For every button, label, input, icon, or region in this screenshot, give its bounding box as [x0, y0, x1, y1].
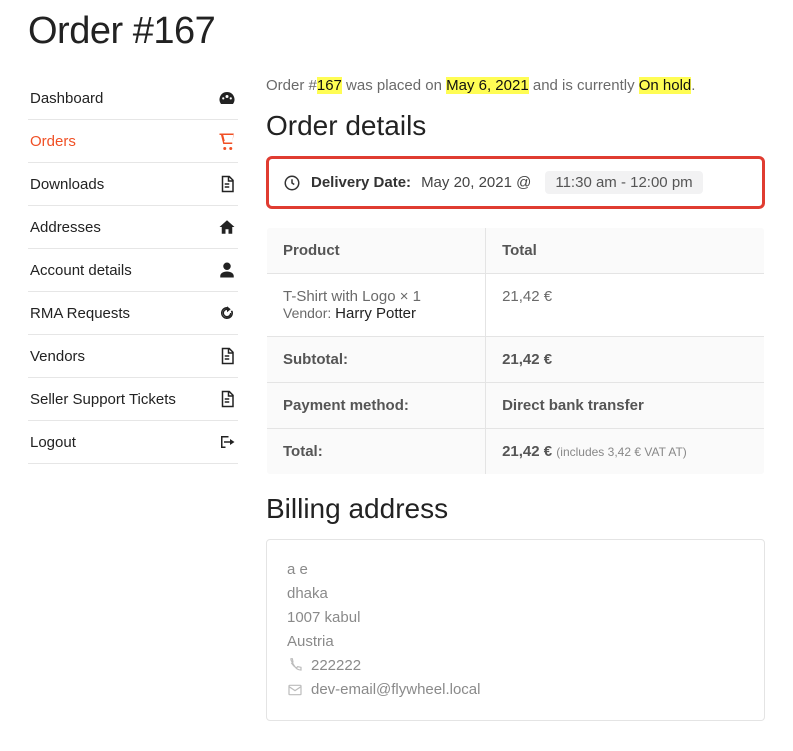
payment-label: Payment method: — [267, 383, 486, 429]
sidebar-item-orders[interactable]: Orders — [28, 120, 238, 163]
sidebar-item-tickets[interactable]: Seller Support Tickets — [28, 378, 238, 421]
sidebar-item-rma[interactable]: RMA Requests — [28, 292, 238, 335]
billing-country: Austria — [287, 630, 744, 654]
logout-icon — [218, 433, 236, 451]
billing-phone: 222222 — [311, 654, 361, 678]
billing-heading: Billing address — [266, 493, 765, 525]
user-icon — [218, 261, 236, 279]
delivery-time: 11:30 am - 12:00 pm — [545, 171, 702, 194]
delivery-date-box: Delivery Date: May 20, 2021 @ 11:30 am -… — [266, 156, 765, 209]
vendor-name: Harry Potter — [335, 305, 416, 322]
clock-icon — [283, 174, 301, 192]
order-status: Order #167 was placed on May 6, 2021 and… — [266, 77, 765, 94]
sidebar-item-logout[interactable]: Logout — [28, 421, 238, 464]
billing-name: a e — [287, 558, 744, 582]
sidebar-item-label: RMA Requests — [30, 305, 130, 322]
file-icon — [218, 175, 236, 193]
table-row: T-Shirt with Logo × 1 Vendor: Harry Pott… — [267, 274, 765, 337]
subtotal-value: 21,42 € — [486, 337, 765, 383]
page-title: Order #167 — [28, 10, 765, 53]
cart-icon — [218, 132, 236, 150]
product-name: T-Shirt with Logo — [283, 288, 400, 305]
order-date-highlight: May 6, 2021 — [446, 77, 529, 94]
product-qty: × 1 — [400, 288, 421, 305]
billing-street: dhaka — [287, 582, 744, 606]
gauge-icon — [218, 89, 236, 107]
sidebar-item-label: Vendors — [30, 348, 85, 365]
order-items-table: Product Total T-Shirt with Logo × 1 Vend… — [266, 227, 765, 475]
sidebar-item-label: Account details — [30, 262, 132, 279]
order-state-highlight: On hold — [639, 77, 692, 94]
th-product: Product — [267, 228, 486, 274]
vat-note: (includes 3,42 € VAT AT) — [556, 445, 687, 459]
sidebar-item-label: Logout — [30, 434, 76, 451]
sidebar-item-account[interactable]: Account details — [28, 249, 238, 292]
billing-email: dev-email@flywheel.local — [311, 678, 480, 702]
delivery-date: May 20, 2021 @ — [421, 174, 531, 191]
payment-value: Direct bank transfer — [486, 383, 765, 429]
th-total: Total — [486, 228, 765, 274]
subtotal-label: Subtotal: — [267, 337, 486, 383]
line-total: 21,42 € — [486, 274, 765, 337]
sidebar-item-addresses[interactable]: Addresses — [28, 206, 238, 249]
mail-icon — [287, 682, 303, 698]
total-label: Total: — [267, 429, 486, 475]
order-num-highlight: 167 — [317, 77, 342, 94]
home-icon — [218, 218, 236, 236]
total-value: 21,42 € — [502, 443, 556, 460]
order-details-heading: Order details — [266, 110, 765, 142]
sidebar-item-label: Addresses — [30, 219, 101, 236]
refresh-icon — [218, 304, 236, 322]
file-icon — [218, 390, 236, 408]
sidebar-item-downloads[interactable]: Downloads — [28, 163, 238, 206]
account-nav: Dashboard Orders Downloads Addresses Acc… — [28, 77, 238, 464]
sidebar-item-dashboard[interactable]: Dashboard — [28, 77, 238, 120]
billing-address: a e dhaka 1007 kabul Austria 222222 dev-… — [266, 539, 765, 721]
file-icon — [218, 347, 236, 365]
sidebar-item-label: Orders — [30, 133, 76, 150]
sidebar-item-label: Dashboard — [30, 90, 103, 107]
main-content: Order #167 was placed on May 6, 2021 and… — [266, 77, 765, 721]
delivery-label: Delivery Date: — [311, 174, 411, 191]
sidebar-item-vendors[interactable]: Vendors — [28, 335, 238, 378]
phone-icon — [287, 658, 303, 674]
sidebar-item-label: Downloads — [30, 176, 104, 193]
billing-city: 1007 kabul — [287, 606, 744, 630]
sidebar-item-label: Seller Support Tickets — [30, 391, 176, 408]
vendor-label: Vendor: — [283, 305, 335, 321]
